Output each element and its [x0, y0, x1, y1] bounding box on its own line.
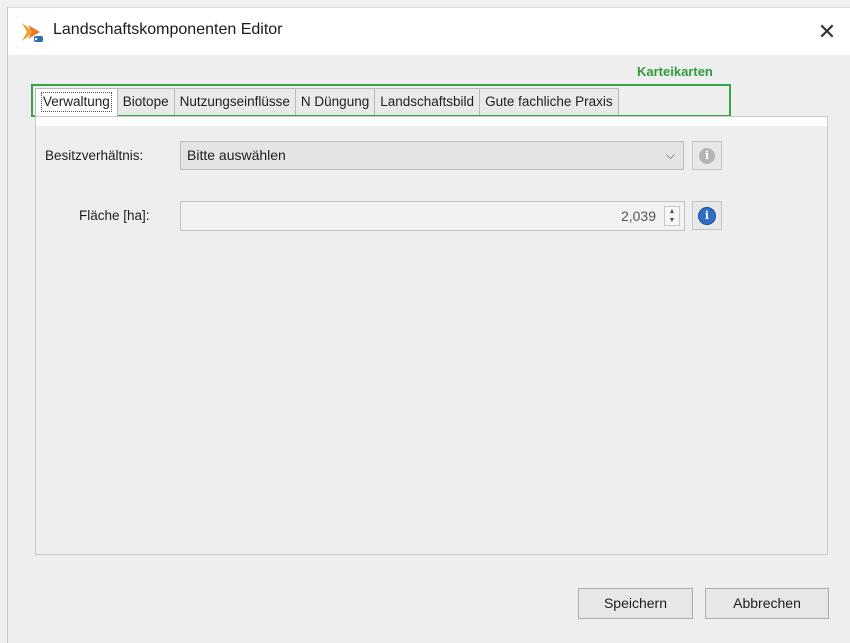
tab-n-duengung[interactable]: N Düngung: [294, 88, 376, 115]
tab-gute-fachliche-praxis[interactable]: Gute fachliche Praxis: [479, 88, 619, 115]
ownership-select[interactable]: Bitte auswählen ⌵: [180, 141, 684, 170]
close-icon: ✕: [817, 18, 837, 44]
tab-label: N Düngung: [300, 94, 370, 109]
tab-label: Landschaftsbild: [380, 94, 475, 109]
tab-verwaltung[interactable]: Verwaltung: [35, 88, 118, 116]
title-bar: Landschaftskomponenten Editor ✕: [8, 8, 850, 55]
chevron-down-icon: ⌵: [665, 148, 675, 162]
tab-content-panel: [35, 116, 828, 555]
app-logo-icon: [22, 23, 43, 42]
area-label: Fläche [ha]:: [79, 208, 150, 223]
spinner-arrows-icon[interactable]: ▲ ▼: [664, 206, 680, 226]
tab-label: Biotope: [122, 94, 169, 109]
panel-header-strip: [35, 116, 828, 126]
window-title: Landschaftskomponenten Editor: [53, 21, 283, 38]
info-icon: i: [699, 207, 715, 224]
annotation-label: Karteikarten: [637, 64, 713, 79]
tab-label: Gute fachliche Praxis: [485, 94, 613, 109]
tab-label: Nutzungseinflüsse: [179, 94, 290, 109]
area-info-button[interactable]: i: [692, 201, 722, 230]
tab-nutzungseinfluesse[interactable]: Nutzungseinflüsse: [173, 88, 296, 115]
area-value: 2,039: [620, 208, 656, 224]
tab-label: Verwaltung: [41, 92, 112, 112]
save-button[interactable]: Speichern: [578, 588, 693, 619]
tab-landschaftsbild[interactable]: Landschaftsbild: [374, 88, 481, 115]
ownership-label: Besitzverhältnis:: [45, 148, 144, 163]
tab-bar: Verwaltung Biotope Nutzungseinflüsse N D…: [35, 88, 619, 116]
info-icon: i: [699, 147, 715, 164]
editor-dialog: Landschaftskomponenten Editor ✕ Karteika…: [7, 7, 850, 643]
close-button[interactable]: ✕: [804, 8, 850, 55]
tab-biotope[interactable]: Biotope: [116, 88, 175, 115]
ownership-info-button[interactable]: i: [692, 141, 722, 170]
cancel-button[interactable]: Abbrechen: [705, 588, 829, 619]
area-spinner[interactable]: 2,039 ▲ ▼: [180, 201, 685, 231]
ownership-select-value: Bitte auswählen: [187, 147, 286, 163]
